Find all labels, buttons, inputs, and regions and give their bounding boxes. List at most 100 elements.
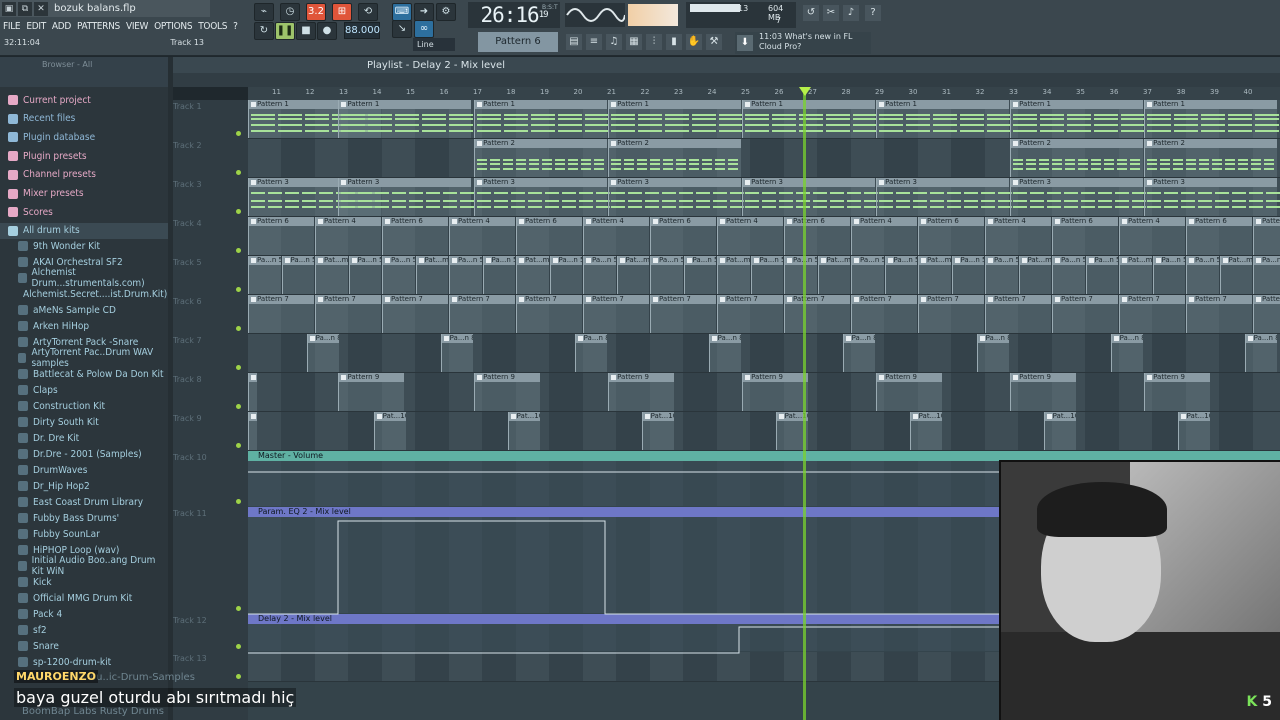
track-name[interactable]: Track 7 <box>173 336 202 345</box>
record-icon[interactable]: ● <box>317 22 337 40</box>
play-icon[interactable]: ❚❚ <box>275 22 295 40</box>
record-mode-icon[interactable]: ⊞ <box>332 3 352 21</box>
track-name[interactable]: Track 10 <box>173 453 207 462</box>
browser-folder[interactable]: Dirty South Kit <box>0 414 168 430</box>
wrench-icon[interactable]: ⚒ <box>706 34 722 50</box>
browser-category[interactable]: Recent files <box>0 111 168 127</box>
menu-file[interactable]: FILE <box>0 21 23 32</box>
browser-folder[interactable]: 9th Wonder Kit <box>0 238 168 254</box>
track-mute-led[interactable] <box>236 287 241 292</box>
track-name[interactable]: Track 13 <box>173 654 207 663</box>
menu-help[interactable]: ? <box>230 21 240 32</box>
channel-rack-icon[interactable]: ≡ <box>586 34 602 50</box>
browser-folder[interactable]: Kick <box>0 574 168 590</box>
browser-folder[interactable]: Construction Kit <box>0 398 168 414</box>
mode-button[interactable]: 3.2 <box>306 3 326 21</box>
browser-folder[interactable]: aMeNs Sample CD <box>0 302 168 318</box>
menu-tools[interactable]: TOOLS <box>195 21 230 32</box>
menu-add[interactable]: ADD <box>49 21 74 32</box>
browser-folder[interactable]: Initial Audio Boo..ang Drum Kit WiN <box>0 555 168 577</box>
playhead-marker-icon[interactable] <box>799 87 811 96</box>
step-edit-icon[interactable]: ➜ <box>414 3 434 21</box>
browser-folder[interactable]: Dr_Hip Hop2 <box>0 478 168 494</box>
track-name[interactable]: Track 2 <box>173 141 202 150</box>
restore-icon[interactable]: ▣ <box>2 1 16 16</box>
menu-options[interactable]: OPTIONS <box>151 21 195 32</box>
time-ruler[interactable]: 11 12 13 14 15 16 17 18 19 20 21 22 23 24 25 26 27 28 29 30… <box>248 87 1280 100</box>
browser-folder[interactable]: Arken HiHop <box>0 318 168 334</box>
track-name[interactable]: Track 1 <box>173 102 202 111</box>
stop-icon[interactable]: ■ <box>296 22 316 40</box>
piano-roll-icon[interactable]: ♫ <box>606 34 622 50</box>
pattern-song-icon[interactable]: ↻ <box>254 22 274 40</box>
typing-keyboard-icon[interactable]: ⌨ <box>392 3 412 21</box>
track-name[interactable]: Track 8 <box>173 375 202 384</box>
browser-folder[interactable]: Alchemist Drum...strumentals.com) <box>0 267 168 289</box>
wait-icon[interactable]: ⌁ <box>254 3 274 21</box>
hand-icon[interactable]: ✋ <box>686 34 702 50</box>
browser-category[interactable]: Mixer presets <box>0 186 168 202</box>
browser-category[interactable]: All drum kits <box>0 222 168 239</box>
mic-icon[interactable]: ♪ <box>843 5 859 21</box>
loop-icon[interactable]: ∞ <box>414 20 434 38</box>
blend-notes-icon[interactable]: ⚙ <box>436 3 456 21</box>
track-mute-led[interactable] <box>236 404 241 409</box>
browser-folder[interactable]: Battlecat & Polow Da Don Kit <box>0 366 168 382</box>
browser-category[interactable]: Channel presets <box>0 167 168 183</box>
menu-view[interactable]: VIEW <box>123 21 151 32</box>
tempo-display[interactable]: 88.000 <box>344 22 380 39</box>
track-mute-led[interactable] <box>236 644 241 649</box>
countdown-icon[interactable]: ↘ <box>392 20 412 38</box>
metronome-icon[interactable]: ◷ <box>280 3 300 21</box>
browser-folder[interactable]: sp-1200-drum-kit <box>0 654 168 670</box>
browser-folder[interactable]: Official MMG Drum Kit <box>0 590 168 606</box>
track-mute-led[interactable] <box>236 606 241 611</box>
plugin-icon[interactable]: ▮ <box>666 34 682 50</box>
browser-folder[interactable]: East Coast Drum Library <box>0 494 168 510</box>
browser-folder[interactable]: Dr. Dre Kit <box>0 430 168 446</box>
snap-select[interactable]: Line <box>413 38 455 51</box>
track-mute-led[interactable] <box>236 443 241 448</box>
help-icon[interactable]: ? <box>865 5 881 21</box>
browser-category[interactable]: Plugin presets <box>0 148 168 164</box>
browser-folder[interactable]: ArtyTorrent Pac..Drum WAV samples <box>0 347 168 369</box>
track-name[interactable]: Track 3 <box>173 180 202 189</box>
browser-folder[interactable]: Dr.Dre - 2001 (Samples) <box>0 446 168 462</box>
track-name[interactable]: Track 5 <box>173 258 202 267</box>
undo-icon[interactable]: ↺ <box>803 5 819 21</box>
browser-folder[interactable]: Pack 4 <box>0 606 168 622</box>
track-name[interactable]: Track 12 <box>173 616 207 625</box>
track-mute-led[interactable] <box>236 674 241 679</box>
browser-icon[interactable]: ▦ <box>626 34 642 50</box>
browser-folder[interactable]: DrumWaves <box>0 462 168 478</box>
browser-category[interactable]: Current project <box>0 92 168 108</box>
playhead[interactable] <box>803 87 806 720</box>
tools-icon[interactable]: ✂ <box>823 5 839 21</box>
menu-edit[interactable]: EDIT <box>23 21 49 32</box>
menu-patterns[interactable]: PATTERNS <box>74 21 123 32</box>
track-mute-led[interactable] <box>236 170 241 175</box>
browser-category[interactable]: Scores <box>0 204 168 220</box>
track-name[interactable]: Track 6 <box>173 297 202 306</box>
playlist-icon[interactable]: ▤ <box>566 34 582 50</box>
browser-folder[interactable]: Fubby SounLar <box>0 526 168 542</box>
track-mute-led[interactable] <box>236 209 241 214</box>
browser-folder[interactable]: Claps <box>0 382 168 398</box>
track-mute-led[interactable] <box>236 131 241 136</box>
track-mute-led[interactable] <box>236 248 241 253</box>
browser-category[interactable]: Plugin database <box>0 129 168 145</box>
browser-folder[interactable]: Alchemist.Secret....ist.Drum.Kit).WAV <box>0 286 190 302</box>
track-mute-led[interactable] <box>236 499 241 504</box>
track-mute-led[interactable] <box>236 326 241 331</box>
mixer-icon[interactable]: ⫶ <box>646 34 662 50</box>
track-mute-led[interactable] <box>236 365 241 370</box>
track-name[interactable]: Track 4 <box>173 219 202 228</box>
pattern-selector[interactable]: Pattern 6 <box>478 32 558 52</box>
track-name[interactable]: Track 11 <box>173 509 207 518</box>
news-panel[interactable]: ⬇ 11:03 What's new in FL Cloud Pro? <box>735 32 871 54</box>
browser-folder[interactable]: Fubby Bass Drums' <box>0 510 168 526</box>
loop-record-icon[interactable]: ⟲ <box>358 3 378 21</box>
browser-folder[interactable]: sf2 <box>0 622 168 638</box>
track-name[interactable]: Track 9 <box>173 414 202 423</box>
browser-folder[interactable]: Snare <box>0 638 168 654</box>
